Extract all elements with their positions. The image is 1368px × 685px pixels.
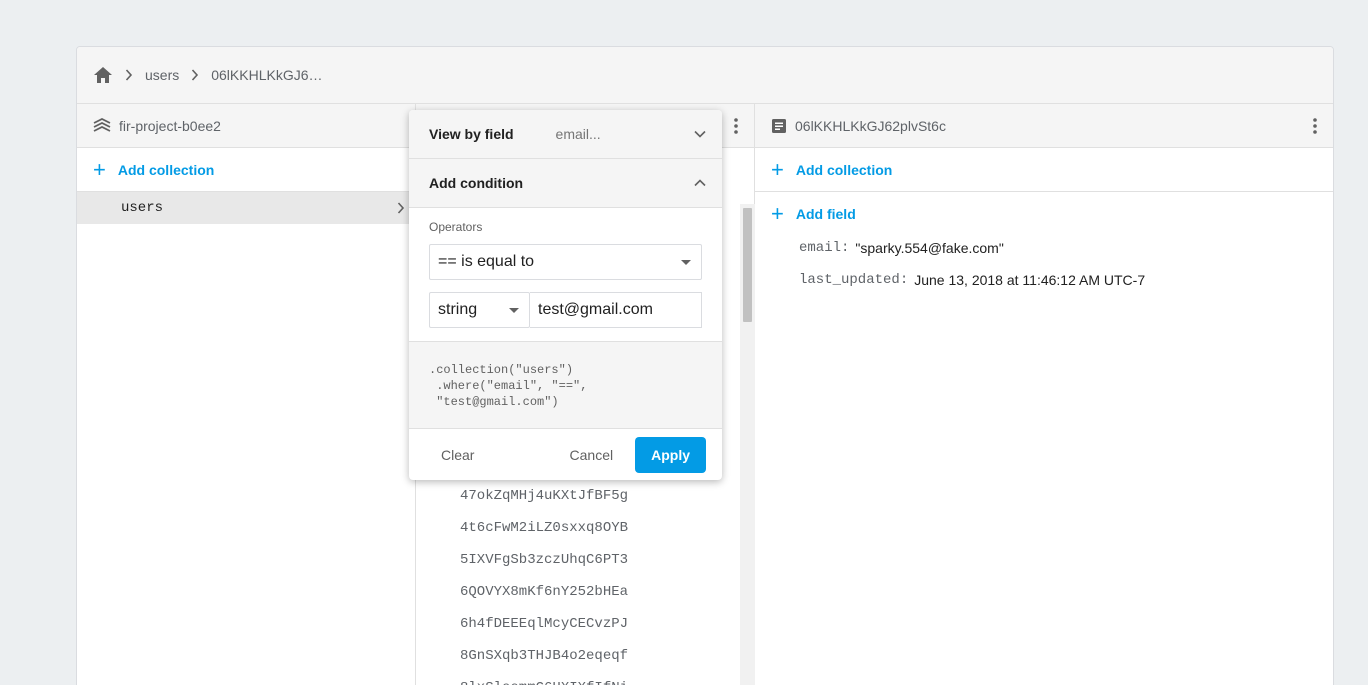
list-item[interactable]: 6h4fDEEEqlMcyCECvzPJ	[416, 608, 740, 640]
plus-icon: +	[93, 156, 106, 182]
chevron-up-icon[interactable]	[694, 179, 706, 187]
operator-value: == is equal to	[438, 253, 535, 270]
add-collection-button[interactable]: + Add collection	[77, 148, 415, 192]
dropdown-arrow-icon	[681, 259, 691, 265]
add-condition-row[interactable]: Add condition	[409, 159, 722, 208]
more-vert-icon[interactable]	[734, 117, 738, 134]
collection-item-users[interactable]: users	[77, 192, 415, 224]
chevron-right-icon	[125, 69, 133, 81]
breadcrumb-document[interactable]: 06lKKHLKkGJ6…	[211, 67, 322, 83]
list-item[interactable]: 8lxSleemmG6HXIXfIfNi	[416, 672, 740, 685]
operator-select[interactable]: == is equal to	[429, 244, 702, 280]
type-value: string	[438, 301, 478, 318]
query-code-preview: .collection("users") .where("email", "==…	[409, 341, 722, 429]
project-title: fir-project-b0ee2	[119, 117, 221, 134]
field-key: email:	[799, 240, 850, 256]
add-collection-label: Add collection	[117, 161, 215, 178]
list-item[interactable]: 47okZqMHj4uKXtJfBF5g	[416, 480, 740, 512]
filter-popup: View by field email... Add condition Ope…	[409, 110, 722, 480]
add-field-label: Add field	[795, 206, 856, 222]
chevron-down-icon[interactable]	[694, 130, 706, 138]
view-by-field-label: View by field	[429, 126, 514, 142]
root-column: fir-project-b0ee2 + Add collection users	[77, 104, 416, 685]
list-item[interactable]: 4t6cFwM2iLZ0sxxq8OYB	[416, 512, 740, 544]
cancel-button[interactable]: Cancel	[554, 439, 630, 471]
apply-button[interactable]: Apply	[635, 437, 706, 473]
value-row: string test@gmail.com	[429, 292, 702, 328]
dropdown-arrow-icon	[509, 307, 519, 313]
add-collection-label: Add collection	[795, 161, 893, 178]
list-item[interactable]: 8GnSXqb3THJB4o2eqeqf	[416, 640, 740, 672]
document-list: 47okZqMHj4uKXtJfBF5g 4t6cFwM2iLZ0sxxq8OY…	[416, 480, 740, 685]
type-select[interactable]: string	[429, 292, 530, 328]
breadcrumb: users 06lKKHLKkGJ6…	[77, 47, 1333, 104]
document-column: 06lKKHLKkGJ62plvSt6c + Add collection + …	[755, 104, 1333, 685]
document-title: 06lKKHLKkGJ62plvSt6c	[795, 117, 946, 134]
home-icon[interactable]	[93, 66, 113, 84]
plus-icon: +	[771, 201, 784, 226]
layers-icon	[93, 117, 111, 134]
clear-button[interactable]: Clear	[425, 439, 490, 471]
document-header: 06lKKHLKkGJ62plvSt6c	[755, 104, 1333, 148]
field-last-updated[interactable]: last_updated: June 13, 2018 at 11:46:12 …	[755, 264, 1333, 296]
field-email[interactable]: email: "sparky.554@fake.com"	[755, 232, 1333, 264]
chevron-right-icon	[397, 202, 405, 214]
value-input[interactable]: test@gmail.com	[530, 292, 702, 328]
add-condition-label: Add condition	[429, 175, 524, 191]
scrollbar[interactable]	[740, 204, 755, 685]
breadcrumb-users[interactable]: users	[145, 67, 179, 83]
field-value: June 13, 2018 at 11:46:12 AM UTC-7	[914, 272, 1146, 288]
view-by-field-value: email...	[555, 126, 601, 142]
operators-label: Operators	[429, 220, 483, 234]
more-vert-icon[interactable]	[1313, 117, 1317, 134]
add-field-button[interactable]: + Add field	[755, 192, 1333, 236]
plus-icon: +	[771, 156, 784, 182]
list-item[interactable]: 5IXVFgSb3zczUhqC6PT3	[416, 544, 740, 576]
chevron-right-icon	[191, 69, 199, 81]
scrollbar-thumb[interactable]	[743, 208, 752, 322]
field-key: last_updated:	[799, 272, 909, 288]
add-subcollection-button[interactable]: + Add collection	[755, 148, 1333, 192]
view-by-field-row[interactable]: View by field email...	[409, 110, 722, 159]
collection-item-label: users	[121, 200, 164, 216]
list-item[interactable]: 6QOVYX8mKf6nY252bHEa	[416, 576, 740, 608]
document-icon	[771, 118, 787, 134]
field-value: "sparky.554@fake.com"	[855, 240, 1004, 256]
root-header: fir-project-b0ee2	[77, 104, 415, 148]
popup-actions: Clear Cancel Apply	[409, 429, 722, 480]
condition-body: Operators == is equal to string test@gma…	[409, 208, 722, 341]
